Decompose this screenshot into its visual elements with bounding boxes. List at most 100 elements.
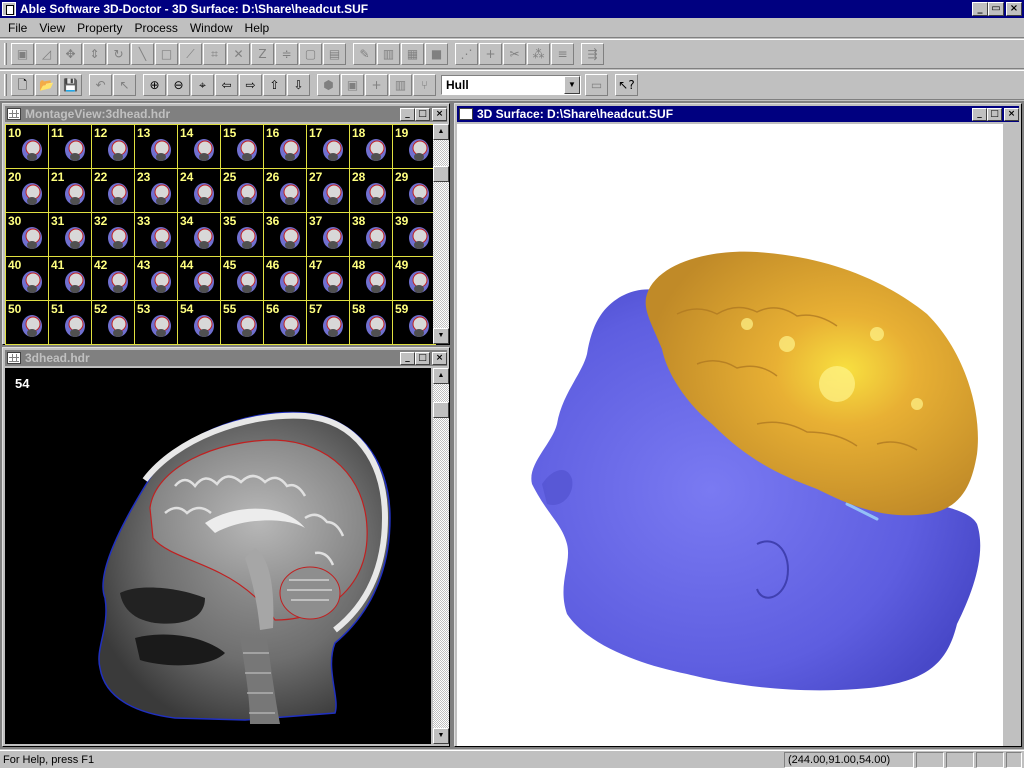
montage-slice-thumbnail[interactable]: 44 xyxy=(178,257,220,300)
save-icon[interactable]: 💾 xyxy=(59,74,82,96)
fit-icon[interactable]: ▣ xyxy=(341,74,364,96)
menu-help[interactable]: Help xyxy=(239,21,276,35)
slice-maximize-button[interactable]: □ xyxy=(415,351,430,365)
montage-slice-thumbnail[interactable]: 42 xyxy=(92,257,134,300)
scroll-up-icon[interactable]: ▲ xyxy=(433,124,449,140)
montage-slice-thumbnail[interactable]: 17 xyxy=(307,125,349,168)
apply-icon[interactable]: ▭ xyxy=(585,74,608,96)
zoom-in-icon[interactable]: ⊕ xyxy=(143,74,166,96)
resize-grip-icon[interactable] xyxy=(1006,751,1022,768)
rect-select-icon[interactable]: ▣ xyxy=(11,43,34,65)
order-icon[interactable]: ≡ xyxy=(551,43,574,65)
montage-slice-thumbnail[interactable]: 11 xyxy=(49,125,91,168)
surface-window[interactable]: 3D Surface: D:\Share\headcut.SUF _ □ × xyxy=(454,103,1022,747)
montage-slice-thumbnail[interactable]: 50 xyxy=(6,301,48,344)
zoom-out-icon[interactable]: ⊖ xyxy=(167,74,190,96)
context-help-icon[interactable]: ↖? xyxy=(615,74,638,96)
toolbar-grip-2[interactable] xyxy=(4,74,7,96)
scroll-thumb[interactable] xyxy=(433,166,449,182)
montage-slice-thumbnail[interactable]: 20 xyxy=(6,169,48,212)
export-icon[interactable]: ⇶ xyxy=(581,43,604,65)
move-icon[interactable]: ✥ xyxy=(59,43,82,65)
montage-slice-thumbnail[interactable]: 21 xyxy=(49,169,91,212)
montage-slice-thumbnail[interactable]: 54 xyxy=(178,301,220,344)
montage-slice-thumbnail[interactable]: 19 xyxy=(393,125,435,168)
montage-slice-thumbnail[interactable]: 45 xyxy=(221,257,263,300)
montage-slice-thumbnail[interactable]: 29 xyxy=(393,169,435,212)
down-arrow-icon[interactable]: ⇩ xyxy=(287,74,310,96)
montage-slice-thumbnail[interactable]: 35 xyxy=(221,213,263,256)
up-arrow-icon[interactable]: ⇧ xyxy=(263,74,286,96)
montage-scrollbar[interactable]: ▲ ▼ xyxy=(433,124,449,344)
image-icon[interactable]: ▤ xyxy=(323,43,346,65)
barcode-icon[interactable]: ▥ xyxy=(389,74,412,96)
chevron-down-icon[interactable]: ▼ xyxy=(564,76,580,94)
surface-maximize-button[interactable]: □ xyxy=(987,107,1002,121)
surface-type-select[interactable]: Hull ▼ xyxy=(441,75,581,95)
montage-window[interactable]: MontageView:3dhead.hdr _ □ × 10 11 12 13 14 1… xyxy=(2,103,450,345)
menu-view[interactable]: View xyxy=(33,21,71,35)
slice-canvas[interactable]: 54 xyxy=(5,368,431,744)
montage-slice-thumbnail[interactable]: 13 xyxy=(135,125,177,168)
node-icon[interactable]: ⋰ xyxy=(455,43,478,65)
left-arrow-icon[interactable]: ⇦ xyxy=(215,74,238,96)
montage-slice-thumbnail[interactable]: 31 xyxy=(49,213,91,256)
draw-icon[interactable]: ▦ xyxy=(401,43,424,65)
montage-slice-thumbnail[interactable]: 36 xyxy=(264,213,306,256)
menu-property[interactable]: Property xyxy=(71,21,128,35)
montage-canvas[interactable]: 10 11 12 13 14 15 16 17 18 19 20 21 22 23 24 25 26 27 28 29… xyxy=(5,124,436,345)
scroll-down-icon[interactable]: ▼ xyxy=(433,728,449,744)
minimize-button[interactable]: _ xyxy=(972,2,988,16)
render-icon[interactable]: ⬢ xyxy=(317,74,340,96)
montage-slice-thumbnail[interactable]: 58 xyxy=(350,301,392,344)
montage-slice-thumbnail[interactable]: 26 xyxy=(264,169,306,212)
montage-slice-thumbnail[interactable]: 10 xyxy=(6,125,48,168)
montage-titlebar[interactable]: MontageView:3dhead.hdr _ □ × xyxy=(5,106,447,122)
montage-slice-thumbnail[interactable]: 56 xyxy=(264,301,306,344)
polygon-icon[interactable]: ◿ xyxy=(35,43,58,65)
montage-slice-thumbnail[interactable]: 48 xyxy=(350,257,392,300)
box-icon[interactable]: □ xyxy=(155,43,178,65)
3d-surface-view[interactable] xyxy=(457,124,1003,746)
montage-slice-thumbnail[interactable]: 37 xyxy=(307,213,349,256)
pencil-icon[interactable]: ✎ xyxy=(353,43,376,65)
scroll-down-icon[interactable]: ▼ xyxy=(433,328,449,344)
montage-slice-thumbnail[interactable]: 24 xyxy=(178,169,220,212)
slice-close-button[interactable]: × xyxy=(432,351,447,365)
zoom-z-icon[interactable]: Z xyxy=(251,43,274,65)
montage-slice-thumbnail[interactable]: 51 xyxy=(49,301,91,344)
montage-slice-thumbnail[interactable]: 38 xyxy=(350,213,392,256)
montage-slice-thumbnail[interactable]: 18 xyxy=(350,125,392,168)
slice-window[interactable]: 3dhead.hdr _ □ × 54 ▲ ▼ xyxy=(2,347,450,747)
fill-icon[interactable]: ▥ xyxy=(377,43,400,65)
plus-icon[interactable]: + xyxy=(365,74,388,96)
slice-minimize-button[interactable]: _ xyxy=(400,351,415,365)
menu-window[interactable]: Window xyxy=(184,21,239,35)
pan-icon[interactable]: ⌖ xyxy=(191,74,214,96)
menu-file[interactable]: File xyxy=(2,21,33,35)
surface-titlebar[interactable]: 3D Surface: D:\Share\headcut.SUF _ □ × xyxy=(457,106,1019,122)
montage-slice-thumbnail[interactable]: 22 xyxy=(92,169,134,212)
montage-close-button[interactable]: × xyxy=(432,107,447,121)
montage-slice-thumbnail[interactable]: 59 xyxy=(393,301,435,344)
right-arrow-icon[interactable]: ⇨ xyxy=(239,74,262,96)
align-icon[interactable]: ≑ xyxy=(275,43,298,65)
montage-slice-thumbnail[interactable]: 41 xyxy=(49,257,91,300)
montage-slice-thumbnail[interactable]: 23 xyxy=(135,169,177,212)
montage-minimize-button[interactable]: _ xyxy=(400,107,415,121)
resize-icon[interactable]: ⇕ xyxy=(83,43,106,65)
menu-process[interactable]: Process xyxy=(129,21,184,35)
open-folder-icon[interactable]: 📂 xyxy=(35,74,58,96)
undo-icon[interactable]: ↶ xyxy=(89,74,112,96)
surface-close-button[interactable]: × xyxy=(1004,107,1019,121)
branch-icon[interactable]: ⑂ xyxy=(413,74,436,96)
montage-slice-thumbnail[interactable]: 49 xyxy=(393,257,435,300)
montage-slice-thumbnail[interactable]: 16 xyxy=(264,125,306,168)
montage-slice-thumbnail[interactable]: 14 xyxy=(178,125,220,168)
montage-slice-thumbnail[interactable]: 34 xyxy=(178,213,220,256)
slice-titlebar[interactable]: 3dhead.hdr _ □ × xyxy=(5,350,447,366)
remove-node-icon[interactable]: ✂ xyxy=(503,43,526,65)
montage-maximize-button[interactable]: □ xyxy=(415,107,430,121)
montage-slice-thumbnail[interactable]: 43 xyxy=(135,257,177,300)
measure-icon[interactable]: ⟋ xyxy=(179,43,202,65)
